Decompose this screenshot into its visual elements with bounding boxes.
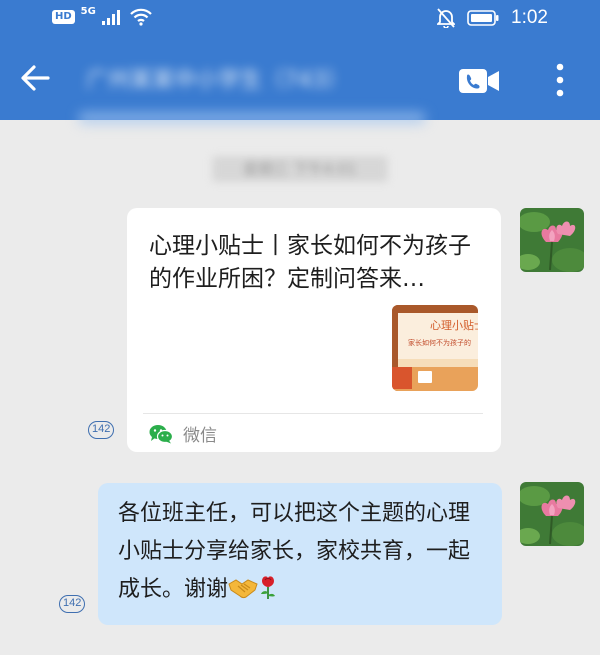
message-timestamp: 星期三 下午4:01 [212,156,388,182]
link-card-source-label: 微信 [183,426,217,446]
link-card-thumbnail: 心理小贴士 家长如何不为孩子的 [392,305,478,391]
wifi-icon [130,8,152,26]
chat-subtitle-blurred [78,112,426,124]
lotus-avatar-image [520,482,584,546]
mute-bell-icon [437,8,456,28]
back-button[interactable] [18,60,54,96]
read-count-badge[interactable]: 142 [88,421,115,439]
signal-icon [101,10,120,25]
video-camera-icon [459,69,499,93]
clock: 1:02 [511,7,548,28]
thumbnail-heading: 心理小贴士 [430,318,478,332]
text-message-bubble[interactable]: 各位班主任，可以把这个主题的心理小贴士分享给家长，家校共育，一起成长。谢谢 [98,483,502,625]
link-card-message[interactable]: 心理小贴士丨家长如何不为孩子的作业所困？定制问答来… 心理小贴士 家长如何不为孩… [127,208,501,452]
battery-icon [467,10,499,26]
rose-emoji [258,574,278,613]
link-card-source: 微信 [149,421,217,446]
video-call-button[interactable] [458,66,500,96]
network-type: 5G [80,5,96,17]
article-thumbnail-image: 心理小贴士 家长如何不为孩子的 [392,305,478,391]
status-bar: HD 5G 1:02 [0,0,600,40]
back-arrow-icon [21,65,50,91]
app-bar: 广州某某中小学生（743） [0,40,600,124]
message-text: 各位班主任，可以把这个主题的心理小贴士分享给家长，家校共育，一起成长。谢谢 [118,501,471,602]
sender-avatar[interactable] [520,208,584,272]
card-divider [143,413,483,414]
chat-title: 广州某某中小学生（743） [86,68,348,92]
text-message-content: 各位班主任，可以把这个主题的心理小贴士分享给家长，家校共育，一起成长。谢谢 [118,495,478,613]
wechat-icon [149,424,173,443]
more-vertical-icon [556,63,564,97]
more-options-button[interactable] [548,62,572,98]
read-count-badge[interactable]: 142 [59,595,86,613]
lotus-avatar-image [520,208,584,272]
link-card-title: 心理小贴士丨家长如何不为孩子的作业所困？定制问答来… [149,233,471,292]
sender-avatar[interactable] [520,482,584,546]
thumbnail-subtitle: 家长如何不为孩子的 [408,338,471,347]
handshake-emoji [228,575,258,613]
hd-badge: HD [52,10,75,24]
chat-header: HD 5G 1:02 广州某某中小学生（743） [0,0,600,124]
